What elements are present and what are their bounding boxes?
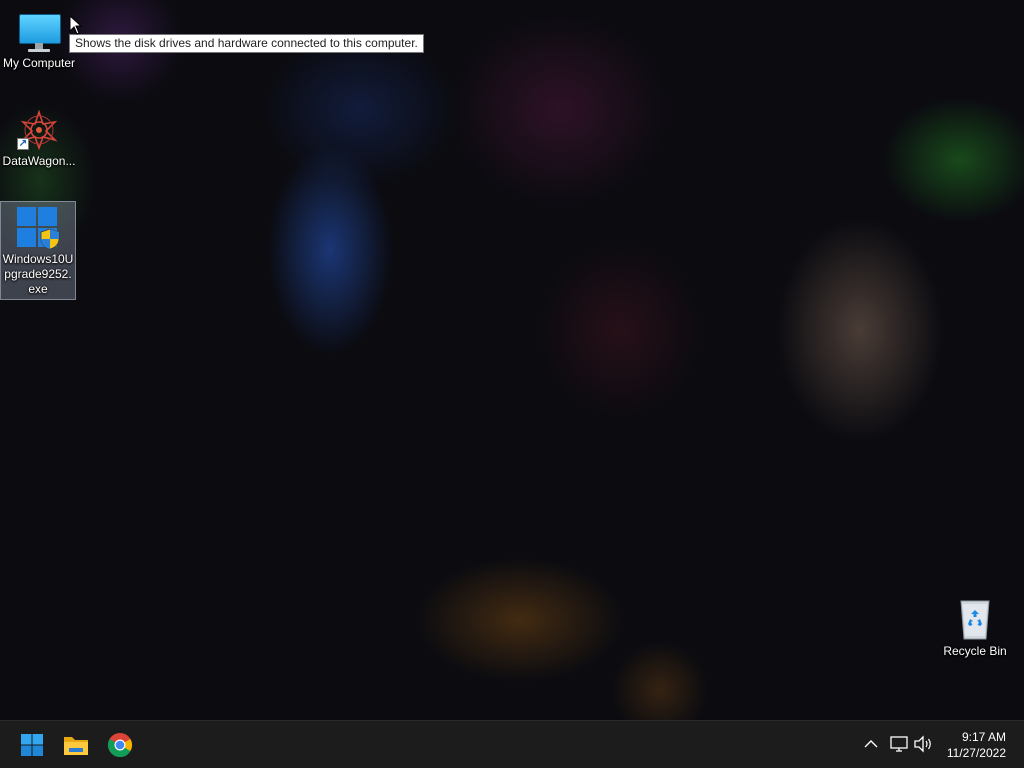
windows-upgrade-icon <box>16 206 60 250</box>
mouse-cursor-icon <box>69 15 83 35</box>
recycle-bin-icon <box>953 598 997 642</box>
desktop-icon-recycle-bin[interactable]: Recycle Bin <box>937 594 1013 659</box>
taskbar-chrome-button[interactable] <box>101 726 139 764</box>
datawagon-mandala-icon: ↗ <box>17 108 61 152</box>
network-icon[interactable] <box>888 733 910 755</box>
shortcut-arrow-icon: ↗ <box>17 138 29 150</box>
desktop-icon-label: Recycle Bin <box>943 644 1007 658</box>
windows-start-icon <box>21 734 43 756</box>
uac-shield-icon <box>40 228 60 250</box>
desktop-icon-label: Windows10Upgrade9252.exe <box>2 252 74 296</box>
desktop-background[interactable]: My Computer ↗ DataWagon... Windows10Upgr… <box>0 0 1024 720</box>
clock-date: 11/27/2022 <box>946 746 1006 760</box>
desktop-icon-label: DataWagon... <box>2 154 76 168</box>
taskbar: 9:17 AM 11/27/2022 <box>0 720 1024 768</box>
chevron-up-icon[interactable] <box>860 733 882 755</box>
computer-monitor-icon <box>17 10 61 54</box>
speaker-icon[interactable] <box>912 733 934 755</box>
start-button[interactable] <box>13 726 51 764</box>
tooltip: Shows the disk drives and hardware conne… <box>69 34 424 53</box>
folder-icon <box>64 737 88 755</box>
desktop-icon-windows-upgrade[interactable]: Windows10Upgrade9252.exe <box>0 201 76 300</box>
taskbar-clock[interactable]: 9:17 AM 11/27/2022 <box>947 729 1006 761</box>
desktop-icon-label: My Computer <box>2 56 76 70</box>
taskbar-file-explorer-button[interactable] <box>57 726 95 764</box>
desktop-icon-my-computer[interactable]: My Computer <box>1 6 77 71</box>
clock-time: 9:17 AM <box>961 730 1006 744</box>
chrome-icon <box>107 733 133 758</box>
desktop-icon-datawagon[interactable]: ↗ DataWagon... <box>1 104 77 169</box>
